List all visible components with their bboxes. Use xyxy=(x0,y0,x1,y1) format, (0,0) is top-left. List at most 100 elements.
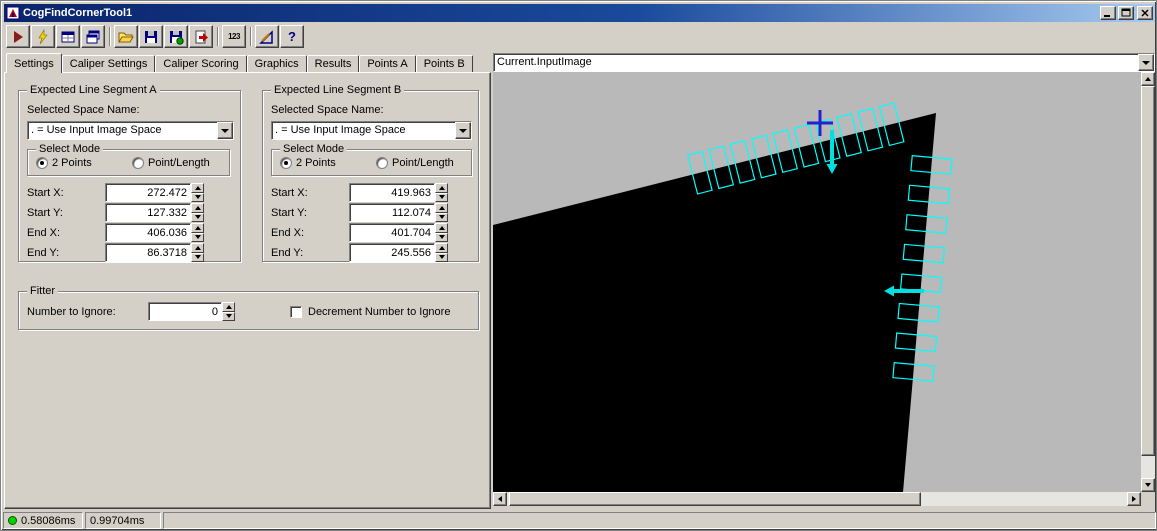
start-y-input-a[interactable] xyxy=(105,203,191,222)
radio-2-points-label-b: 2 Points xyxy=(296,157,336,169)
spin-up-button[interactable] xyxy=(191,183,204,193)
status-cell-total-time: 0.99704ms xyxy=(85,512,161,529)
import-image-icon xyxy=(193,29,209,45)
spin-down-button[interactable] xyxy=(222,312,235,322)
maximize-button[interactable] xyxy=(1118,6,1134,20)
radio-point-length-b[interactable] xyxy=(376,157,388,169)
close-button[interactable] xyxy=(1137,6,1153,20)
end-y-input-a[interactable] xyxy=(105,243,191,262)
spin-up-button[interactable] xyxy=(191,203,204,213)
open-file-button[interactable] xyxy=(114,25,138,48)
scroll-up-button[interactable] xyxy=(1141,72,1155,86)
space-name-combobox-a[interactable]: . = Use Input Image Space xyxy=(27,121,234,140)
space-name-value-a: . = Use Input Image Space xyxy=(28,122,217,139)
numeric-format-button[interactable]: 123 xyxy=(222,25,246,48)
spin-down-icon xyxy=(195,235,201,239)
spin-down-button[interactable] xyxy=(435,253,448,263)
protractor-icon xyxy=(259,29,275,45)
status-led xyxy=(8,516,17,525)
spin-down-button[interactable] xyxy=(191,213,204,223)
scroll-down-icon xyxy=(1145,483,1151,487)
run-button[interactable] xyxy=(6,25,30,48)
tab-settings[interactable]: Settings xyxy=(6,53,62,73)
space-name-dropdown-button-a[interactable] xyxy=(217,122,233,139)
help-button[interactable]: ? xyxy=(280,25,304,48)
spin-down-button[interactable] xyxy=(435,193,448,203)
vertical-scrollbar[interactable] xyxy=(1141,72,1155,492)
spin-up-button[interactable] xyxy=(435,183,448,193)
spin-down-button[interactable] xyxy=(191,253,204,263)
spin-down-button[interactable] xyxy=(191,193,204,203)
image-record-dropdown-button[interactable] xyxy=(1138,54,1154,71)
end-x-input-b[interactable] xyxy=(349,223,435,242)
group-a-legend: Expected Line Segment A xyxy=(27,84,160,96)
image-display[interactable] xyxy=(493,72,1141,492)
radio-2-points-a[interactable] xyxy=(36,157,48,169)
number-to-ignore-spinner xyxy=(222,302,235,321)
results-window-button[interactable] xyxy=(56,25,80,48)
scroll-right-icon xyxy=(1132,496,1136,502)
select-mode-legend-a: Select Mode xyxy=(36,143,103,155)
scroll-right-button[interactable] xyxy=(1127,492,1141,506)
status-cell-empty xyxy=(163,512,1156,529)
float-window-button[interactable] xyxy=(81,25,105,48)
spin-up-icon xyxy=(195,226,201,230)
end-y-label-b: End Y: xyxy=(271,247,349,259)
load-image-button[interactable] xyxy=(189,25,213,48)
spin-up-icon xyxy=(439,246,445,250)
radio-2-points-b[interactable] xyxy=(280,157,292,169)
vertical-scroll-thumb[interactable] xyxy=(1141,86,1155,456)
tab-points-b[interactable]: Points B xyxy=(416,55,473,72)
number-to-ignore-input[interactable] xyxy=(148,302,222,321)
end-x-label-a: End X: xyxy=(27,227,105,239)
spin-up-icon xyxy=(439,206,445,210)
group-expected-line-segment-a: Expected Line Segment A Selected Space N… xyxy=(18,90,241,262)
tab-caliper-settings[interactable]: Caliper Settings xyxy=(62,55,156,72)
scroll-left-button[interactable] xyxy=(493,492,507,506)
tab-results[interactable]: Results xyxy=(307,55,360,72)
tab-points-a[interactable]: Points A xyxy=(359,55,415,72)
save-file-button[interactable] xyxy=(139,25,163,48)
end-y-input-b[interactable] xyxy=(349,243,435,262)
minimize-button[interactable] xyxy=(1100,6,1116,20)
start-y-input-b[interactable] xyxy=(349,203,435,222)
scroll-down-button[interactable] xyxy=(1141,478,1155,492)
space-name-combobox-b[interactable]: . = Use Input Image Space xyxy=(271,121,472,140)
start-x-spinner-b xyxy=(435,183,448,202)
decrement-checkbox[interactable] xyxy=(290,306,302,318)
space-name-dropdown-button-b[interactable] xyxy=(455,122,471,139)
save-image-button[interactable] xyxy=(164,25,188,48)
units-button[interactable] xyxy=(255,25,279,48)
image-record-selector[interactable]: Current.InputImage xyxy=(493,53,1155,72)
spin-down-button[interactable] xyxy=(435,213,448,223)
spin-up-button[interactable] xyxy=(435,223,448,233)
save-image-icon xyxy=(168,29,184,45)
spin-up-button[interactable] xyxy=(435,243,448,253)
spin-up-button[interactable] xyxy=(222,302,235,312)
start-x-input-a[interactable] xyxy=(105,183,191,202)
start-y-spinner-b xyxy=(435,203,448,222)
start-x-spinner-a xyxy=(191,183,204,202)
title-bar: CogFindCornerTool1 xyxy=(4,4,1155,22)
spin-up-icon xyxy=(195,206,201,210)
tab-graphics[interactable]: Graphics xyxy=(247,55,307,72)
spin-down-button[interactable] xyxy=(435,233,448,243)
end-x-input-a[interactable] xyxy=(105,223,191,242)
radio-point-length-a[interactable] xyxy=(132,157,144,169)
tab-caliper-scoring[interactable]: Caliper Scoring xyxy=(155,55,246,72)
spin-up-icon xyxy=(195,186,201,190)
spin-up-button[interactable] xyxy=(435,203,448,213)
end-y-label-a: End Y: xyxy=(27,247,105,259)
radio-option: Point/Length xyxy=(376,157,454,169)
electric-run-button[interactable] xyxy=(31,25,55,48)
spin-up-icon xyxy=(439,186,445,190)
start-x-input-b[interactable] xyxy=(349,183,435,202)
chevron-down-icon xyxy=(459,129,467,133)
horizontal-scroll-thumb[interactable] xyxy=(509,492,921,506)
toolbar-separator xyxy=(250,27,252,46)
spin-down-button[interactable] xyxy=(191,233,204,243)
end-y-spinner-b xyxy=(435,243,448,262)
spin-up-button[interactable] xyxy=(191,223,204,233)
spin-up-button[interactable] xyxy=(191,243,204,253)
horizontal-scrollbar[interactable] xyxy=(493,492,1141,506)
